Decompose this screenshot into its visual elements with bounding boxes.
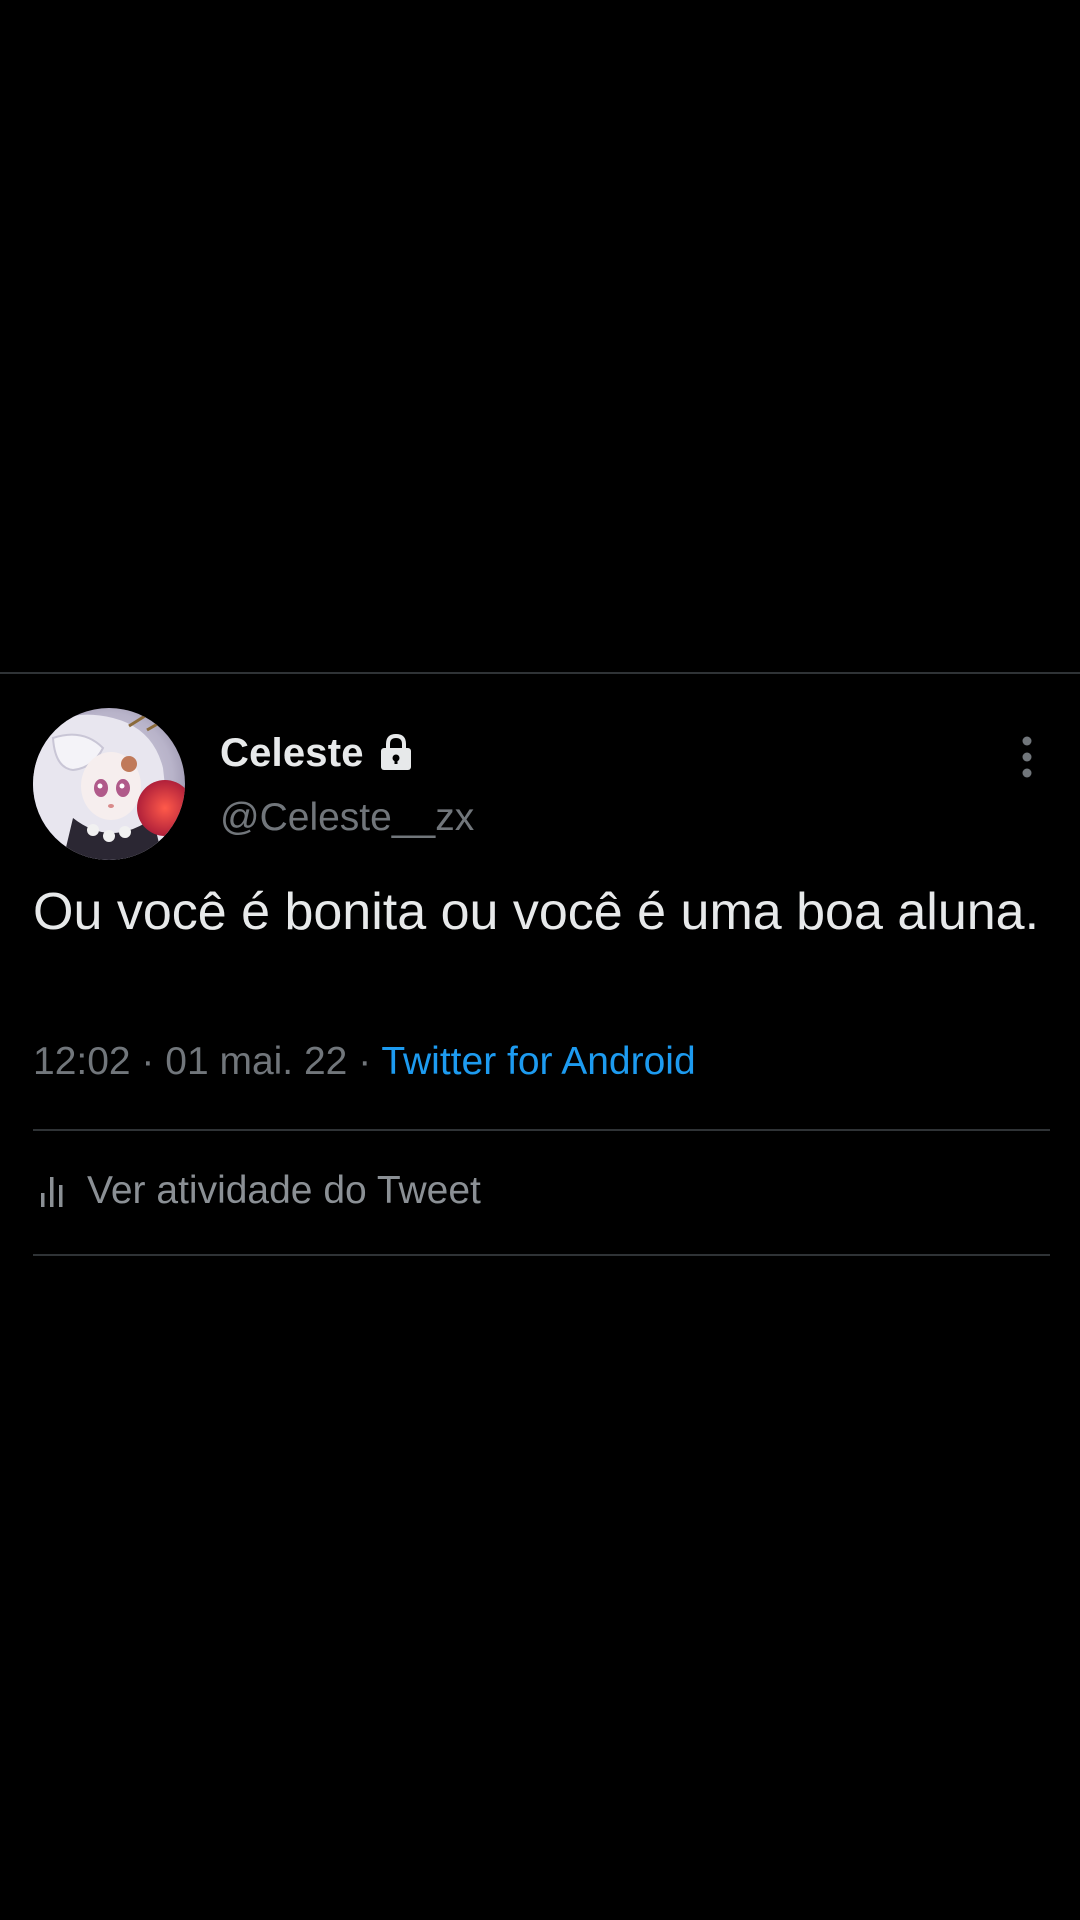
avatar-image <box>33 708 185 860</box>
more-vertical-icon[interactable] <box>1012 732 1042 782</box>
bar-chart-icon <box>33 1171 73 1211</box>
avatar[interactable] <box>33 708 185 860</box>
author-name-row[interactable]: Celeste <box>220 728 414 778</box>
tweet-timestamp[interactable]: 12:02 · 01 mai. 22 · <box>33 1040 381 1083</box>
top-divider <box>0 672 1080 674</box>
divider <box>33 1254 1050 1256</box>
tweet-text: Ou você é bonita ou você é uma boa aluna… <box>33 883 1040 941</box>
tweet-activity-label: Ver atividade do Tweet <box>87 1169 481 1212</box>
lock-icon <box>378 733 414 773</box>
divider <box>33 1129 1050 1131</box>
tweet-meta: 12:02 · 01 mai. 22 · Twitter for Android <box>33 1040 696 1084</box>
tweet-source-link[interactable]: Twitter for Android <box>381 1040 695 1083</box>
author-display-name[interactable]: Celeste <box>220 731 364 776</box>
author-handle[interactable]: @Celeste__zx <box>220 796 474 840</box>
tweet-activity-button[interactable]: Ver atividade do Tweet <box>33 1158 481 1224</box>
